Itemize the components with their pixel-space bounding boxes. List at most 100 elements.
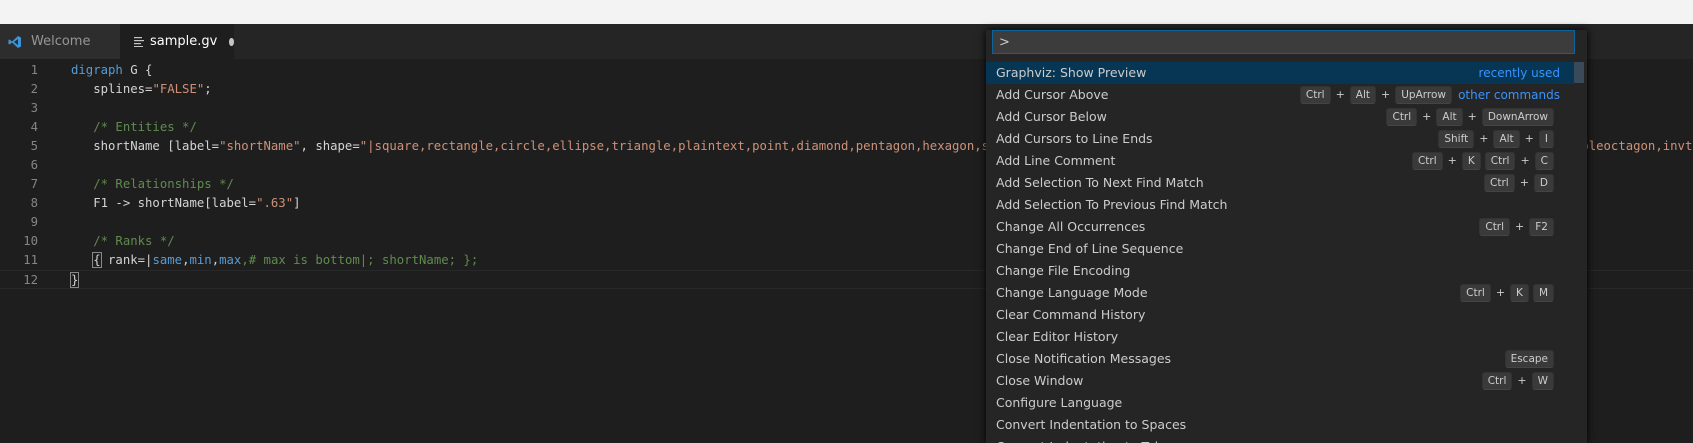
key-cap: Alt (1349, 86, 1377, 104)
key-plus: + (1517, 374, 1527, 387)
keybinding: Shift + Alt + I (1438, 128, 1554, 150)
tab-label: sample.gv (150, 34, 218, 49)
vscode-logo-icon (8, 35, 22, 49)
line-number: 4 (30, 120, 38, 134)
line-code: /* Ranks */ (71, 232, 174, 251)
command-item[interactable]: Add Cursor Below Ctrl + Alt + DownArrow (986, 106, 1574, 128)
command-label: Close Window (996, 373, 1084, 388)
command-item[interactable]: Convert Indentation to Tabs (986, 436, 1574, 443)
command-label: Add Cursor Above (996, 87, 1109, 102)
keybinding: Ctrl + F2 (1479, 216, 1554, 238)
line-number: 12 (23, 273, 38, 287)
command-item[interactable]: Close Notification Messages Escape (986, 348, 1574, 370)
key-cap: C (1534, 152, 1554, 170)
line-number: 2 (30, 82, 38, 96)
key-cap: K (1510, 284, 1529, 302)
command-label: Configure Language (996, 395, 1123, 410)
code-token: shortName [label= (71, 139, 220, 153)
matching-bracket: { (92, 252, 102, 268)
file-lines-icon (134, 36, 144, 47)
command-item[interactable]: Clear Editor History (986, 326, 1574, 348)
key-cap: I (1538, 130, 1554, 148)
line-number: 10 (23, 234, 38, 248)
code-token: "FALSE" (152, 82, 205, 96)
line-code: /* Entities */ (71, 118, 197, 137)
command-label: Change End of Line Sequence (996, 241, 1184, 256)
unsaved-dot-icon[interactable] (229, 37, 234, 46)
code-token: G { (122, 63, 153, 77)
key-plus: + (1515, 220, 1525, 233)
keybinding: Ctrl + Alt + UpArrow (1299, 84, 1452, 106)
key-cap: K (1461, 152, 1481, 170)
command-label: Change File Encoding (996, 263, 1131, 278)
line-number: 5 (30, 139, 38, 153)
key-cap: Ctrl (1479, 218, 1511, 236)
tab-label: Welcome (31, 34, 91, 49)
key-cap: F2 (1529, 218, 1554, 236)
matching-bracket: } (69, 272, 80, 288)
command-item[interactable]: Change File Encoding (986, 260, 1574, 282)
command-group-label: recently used (1478, 66, 1560, 80)
key-cap: Alt (1493, 130, 1520, 148)
code-token: ] (293, 196, 301, 210)
code-token: F1 -> shortName[label= (71, 196, 257, 210)
code-token: ,# max is bottom|; shortName; }; (241, 253, 479, 267)
key-plus: + (1524, 132, 1534, 145)
key-cap: UpArrow (1395, 86, 1452, 104)
code-token: /* Entities */ (71, 120, 197, 134)
command-palette-input[interactable] (992, 30, 1575, 54)
command-item[interactable]: Add Cursors to Line Ends Shift + Alt + I (986, 128, 1574, 150)
line-number: 3 (30, 101, 38, 115)
key-plus: + (1447, 154, 1457, 167)
command-item[interactable]: Change End of Line Sequence (986, 238, 1574, 260)
code-token: "shortName" (219, 139, 301, 153)
window-title-bar (0, 0, 1693, 24)
key-cap: Ctrl (1460, 284, 1491, 302)
keybinding: Ctrl + Alt + DownArrow (1386, 106, 1554, 128)
key-cap: W (1531, 372, 1554, 390)
command-item[interactable]: Change All Occurrences Ctrl + F2 (986, 216, 1574, 238)
tab-sample-gv[interactable]: sample.gv (120, 24, 234, 59)
line-number: 6 (30, 158, 38, 172)
code-token: splines= (71, 82, 153, 96)
key-plus: + (1422, 110, 1432, 123)
key-cap: Ctrl (1299, 86, 1331, 104)
command-item[interactable]: Add Selection To Previous Find Match (986, 194, 1574, 216)
key-plus: + (1467, 110, 1477, 123)
command-item[interactable]: Add Line Comment Ctrl + K Ctrl + C (986, 150, 1574, 172)
command-item[interactable]: Change Language Mode Ctrl + K M (986, 282, 1574, 304)
keybinding: Ctrl + K M (1460, 282, 1554, 304)
command-item[interactable]: Configure Language (986, 392, 1574, 414)
key-plus: + (1381, 88, 1391, 101)
tab-welcome[interactable]: Welcome (0, 24, 120, 59)
command-label: Change All Occurrences (996, 219, 1146, 234)
command-item[interactable]: Add Cursor Above other commands Ctrl + Alt + U… (986, 84, 1574, 106)
key-plus: + (1479, 132, 1489, 145)
key-cap: Shift (1438, 130, 1475, 148)
code-token: ; (204, 82, 212, 96)
key-cap: Escape (1504, 350, 1554, 368)
command-label: Clear Command History (996, 307, 1146, 322)
command-list-scrollbar[interactable] (1574, 62, 1584, 83)
line-number: 11 (23, 253, 38, 267)
line-number: 1 (30, 63, 38, 77)
key-cap: M (1532, 284, 1554, 302)
keybinding: Escape (1504, 348, 1554, 370)
command-label: Add Cursor Below (996, 109, 1107, 124)
line-code: splines="FALSE"; (71, 80, 212, 99)
command-item[interactable]: Convert Indentation to Spaces (986, 414, 1574, 436)
command-label: Add Cursors to Line Ends (996, 131, 1153, 146)
command-label: Graphviz: Show Preview (996, 65, 1147, 80)
command-label: Add Line Comment (996, 153, 1116, 168)
command-item[interactable]: Close Window Ctrl + W (986, 370, 1574, 392)
line-code: } (69, 271, 80, 290)
key-cap: Ctrl (1484, 152, 1516, 170)
command-item[interactable]: Add Selection To Next Find Match Ctrl + D (986, 172, 1574, 194)
command-label: Add Selection To Next Find Match (996, 175, 1204, 190)
line-number: 9 (30, 215, 38, 229)
command-item[interactable]: Graphviz: Show Preview recently used (986, 62, 1574, 84)
key-cap: Ctrl (1484, 174, 1515, 192)
key-plus: + (1495, 286, 1506, 299)
command-item[interactable]: Clear Command History (986, 304, 1574, 326)
code-token: ".63" (256, 196, 294, 210)
